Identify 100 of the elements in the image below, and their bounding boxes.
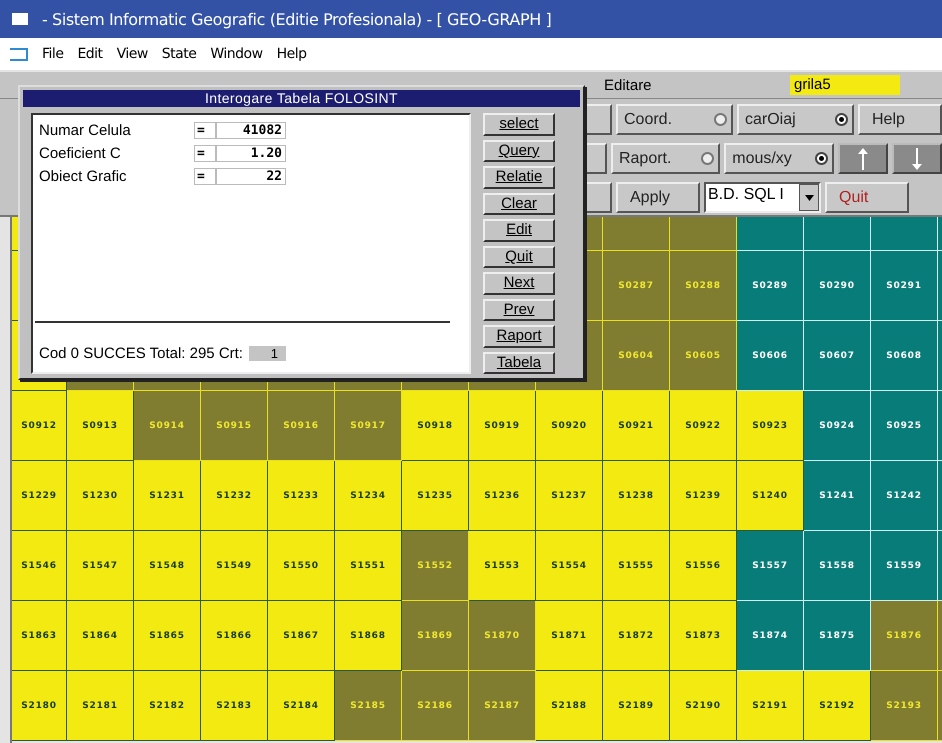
map-cell[interactable]: S1232 bbox=[201, 461, 268, 531]
map-cell[interactable]: S0922 bbox=[670, 391, 737, 461]
radio-indicator[interactable] bbox=[714, 113, 727, 126]
map-cell[interactable]: S2192 bbox=[804, 671, 871, 741]
record-counter[interactable]: 1 bbox=[248, 346, 286, 361]
map-cell[interactable]: S1872 bbox=[603, 601, 670, 671]
map-cell[interactable]: S1864 bbox=[67, 601, 134, 671]
arrow-button[interactable] bbox=[892, 143, 942, 174]
map-cell[interactable]: S1547 bbox=[67, 531, 134, 601]
map-cell[interactable]: S1875 bbox=[804, 601, 871, 671]
map-cell[interactable]: S1557 bbox=[737, 531, 804, 601]
dialog-button[interactable]: Query bbox=[483, 140, 555, 162]
map-cell[interactable]: S2180 bbox=[12, 671, 67, 741]
menu-item[interactable]: View bbox=[116, 46, 148, 62]
dialog-button[interactable]: Tabela bbox=[483, 352, 555, 374]
map-cell[interactable]: S1866 bbox=[201, 601, 268, 671]
map-cell[interactable]: S1868 bbox=[335, 601, 402, 671]
value-field[interactable]: 22 bbox=[216, 168, 286, 185]
map-cell[interactable]: S1229 bbox=[12, 461, 67, 531]
map-cell[interactable]: S0607 bbox=[804, 321, 871, 391]
radio-indicator[interactable] bbox=[814, 152, 828, 165]
dialog-button[interactable]: Raport bbox=[483, 325, 555, 348]
map-cell[interactable]: S0918 bbox=[402, 391, 469, 461]
map-cell[interactable]: S0608 bbox=[871, 321, 938, 391]
map-cell[interactable]: S1234 bbox=[335, 461, 402, 531]
map-cell[interactable]: S1554 bbox=[536, 531, 603, 601]
dialog-button[interactable]: Prev bbox=[483, 298, 555, 321]
dialog-button[interactable]: Clear bbox=[483, 192, 555, 215]
map-cell[interactable]: S2182 bbox=[134, 671, 201, 741]
map-cell[interactable]: S1241 bbox=[804, 461, 871, 531]
map-cell[interactable]: S1240 bbox=[737, 461, 804, 531]
map-cell[interactable] bbox=[670, 217, 737, 251]
map-cell[interactable]: S0291 bbox=[871, 251, 938, 321]
arrow-button[interactable] bbox=[838, 143, 888, 174]
map-cell[interactable] bbox=[737, 217, 804, 251]
map-cell[interactable]: S1242 bbox=[871, 461, 938, 531]
dropdown[interactable]: B.D. SQL I bbox=[704, 182, 821, 213]
map-cell[interactable]: S1553 bbox=[469, 531, 536, 601]
toolbar-button[interactable]: Quit bbox=[825, 182, 909, 213]
dialog-button[interactable]: Next bbox=[483, 272, 555, 294]
menu-item[interactable]: Help bbox=[276, 46, 306, 62]
map-cell[interactable]: S0289 bbox=[737, 251, 804, 321]
dialog-button[interactable]: Edit bbox=[483, 219, 555, 242]
map-cell[interactable]: S1556 bbox=[670, 531, 737, 601]
map-cell[interactable]: S2190 bbox=[670, 671, 737, 741]
value-field[interactable]: 41082 bbox=[216, 122, 286, 139]
menu-item[interactable]: File bbox=[42, 46, 64, 62]
toolbar-button[interactable]: Apply bbox=[616, 182, 700, 213]
map-cell[interactable]: S1865 bbox=[134, 601, 201, 671]
map-cell[interactable]: S1550 bbox=[268, 531, 335, 601]
map-cell[interactable]: S0921 bbox=[603, 391, 670, 461]
map-cell[interactable]: S2184 bbox=[268, 671, 335, 741]
map-cell[interactable]: S1231 bbox=[134, 461, 201, 531]
map-cell[interactable]: S1546 bbox=[12, 531, 67, 601]
map-cell[interactable] bbox=[804, 217, 871, 251]
menu-item[interactable]: Window bbox=[210, 46, 263, 62]
map-cell[interactable]: S1867 bbox=[268, 601, 335, 671]
dialog-button[interactable]: Quit bbox=[483, 246, 555, 268]
toggle-button[interactable]: Coord. bbox=[616, 104, 733, 135]
map-cell[interactable]: S1871 bbox=[536, 601, 603, 671]
radio-indicator[interactable] bbox=[701, 152, 714, 165]
map-cell[interactable]: S1559 bbox=[871, 531, 938, 601]
value-field[interactable]: 1.20 bbox=[216, 145, 286, 162]
map-cell[interactable]: S1238 bbox=[603, 461, 670, 531]
map-cell[interactable]: S1230 bbox=[67, 461, 134, 531]
toggle-button[interactable]: carOiaj bbox=[737, 104, 854, 135]
map-cell[interactable] bbox=[871, 217, 938, 251]
map-cell[interactable]: S1233 bbox=[268, 461, 335, 531]
toggle-button[interactable]: Raport. bbox=[610, 143, 720, 174]
map-cell[interactable]: S0290 bbox=[804, 251, 871, 321]
map-cell[interactable]: S0925 bbox=[871, 391, 938, 461]
map-cell[interactable] bbox=[603, 217, 670, 251]
map-cell[interactable]: S1873 bbox=[670, 601, 737, 671]
map-cell[interactable]: S0913 bbox=[67, 391, 134, 461]
toggle-button[interactable]: mous/xy bbox=[724, 143, 834, 174]
map-cell[interactable]: S0924 bbox=[804, 391, 871, 461]
radio-indicator[interactable] bbox=[835, 113, 848, 126]
map-cell[interactable]: S1236 bbox=[469, 461, 536, 531]
map-cell[interactable]: S1874 bbox=[737, 601, 804, 671]
menu-item[interactable]: Edit bbox=[77, 46, 103, 62]
map-cell[interactable]: S1551 bbox=[335, 531, 402, 601]
menu-item[interactable]: State bbox=[162, 46, 196, 62]
dialog-button[interactable]: Relatie bbox=[483, 166, 555, 188]
tab-item[interactable]: Editare bbox=[604, 76, 790, 94]
map-cell[interactable]: S2183 bbox=[201, 671, 268, 741]
map-cell[interactable]: S1237 bbox=[536, 461, 603, 531]
map-cell[interactable]: S1558 bbox=[804, 531, 871, 601]
map-cell[interactable]: S2191 bbox=[737, 671, 804, 741]
map-cell[interactable]: S1549 bbox=[201, 531, 268, 601]
dialog-button[interactable]: select bbox=[483, 113, 555, 136]
map-cell[interactable]: S2188 bbox=[536, 671, 603, 741]
map-cell[interactable]: S0923 bbox=[737, 391, 804, 461]
map-cell[interactable]: S1863 bbox=[12, 601, 67, 671]
map-cell[interactable]: S2189 bbox=[603, 671, 670, 741]
map-cell[interactable]: S1548 bbox=[134, 531, 201, 601]
map-cell[interactable]: S2181 bbox=[67, 671, 134, 741]
map-cell[interactable]: S0912 bbox=[12, 391, 67, 461]
map-cell[interactable]: S1555 bbox=[603, 531, 670, 601]
toolbar-button[interactable]: Help bbox=[858, 104, 942, 135]
map-cell[interactable]: S0919 bbox=[469, 391, 536, 461]
